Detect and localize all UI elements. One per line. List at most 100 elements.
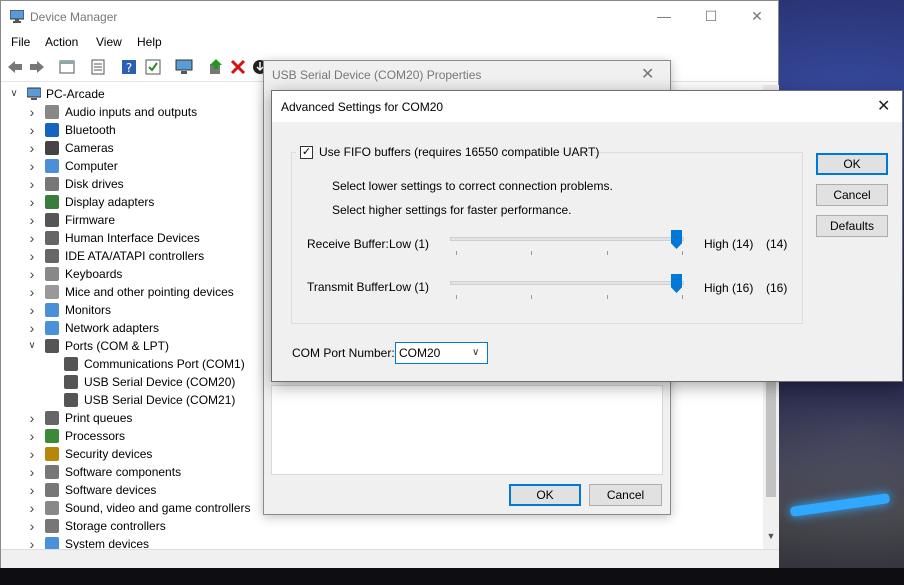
- window-title: Device Manager: [30, 10, 118, 24]
- fifo-checkbox[interactable]: ✓: [300, 146, 313, 159]
- tree-child-item[interactable]: USB Serial Device (COM21): [1, 391, 301, 409]
- chevron-right-icon[interactable]: ›: [27, 265, 37, 283]
- menu-help[interactable]: Help: [137, 35, 162, 49]
- chevron-right-icon[interactable]: ›: [27, 535, 37, 549]
- system-icon: [45, 537, 59, 549]
- tree-category-item[interactable]: › Storage controllers: [1, 517, 301, 535]
- back-arrow-icon[interactable]: [6, 58, 24, 76]
- show-hidden-icon[interactable]: [144, 58, 162, 76]
- tree-category-item[interactable]: › IDE ATA/ATAPI controllers: [1, 247, 301, 265]
- sound-icon: [45, 501, 59, 515]
- mouse-icon: [45, 285, 59, 299]
- chevron-right-icon[interactable]: ›: [27, 121, 37, 139]
- receive-tick: [531, 251, 532, 255]
- tree-category-item[interactable]: › Disk drives: [1, 175, 301, 193]
- title-bar[interactable]: Device Manager — ☐ ✕: [1, 1, 778, 33]
- tree-category-item[interactable]: › Audio inputs and outputs: [1, 103, 301, 121]
- tree-category-item[interactable]: › System devices: [1, 535, 301, 549]
- chevron-down-icon: ∨: [472, 347, 480, 358]
- receive-low-label: Low (1): [389, 237, 430, 251]
- chevron-right-icon[interactable]: ›: [27, 481, 37, 499]
- chevron-right-icon[interactable]: ›: [27, 427, 37, 445]
- chevron-right-icon[interactable]: ›: [27, 139, 37, 157]
- chevron-right-icon[interactable]: ›: [27, 445, 37, 463]
- chevron-right-icon[interactable]: ›: [27, 499, 37, 517]
- receive-high-label: High (14): [704, 237, 754, 251]
- chevron-right-icon[interactable]: ›: [27, 157, 37, 175]
- chevron-down-icon[interactable]: ▼: [763, 531, 779, 541]
- forward-arrow-icon[interactable]: [28, 58, 46, 76]
- receive-value-label: (14): [766, 237, 788, 251]
- chevron-right-icon[interactable]: ›: [27, 283, 37, 301]
- tree-category-item[interactable]: › Sound, video and game controllers: [1, 499, 301, 517]
- transmit-tick: [531, 295, 532, 299]
- close-button[interactable]: ✕: [734, 1, 780, 33]
- fifo-checkbox-row[interactable]: ✓ Use FIFO buffers (requires 16550 compa…: [296, 143, 599, 161]
- menu-action[interactable]: Action: [45, 35, 78, 49]
- tree-category-item[interactable]: › Firmware: [1, 211, 301, 229]
- maximize-button[interactable]: ☐: [688, 1, 734, 33]
- chevron-right-icon[interactable]: ›: [27, 463, 37, 481]
- transmit-buffer-track[interactable]: [450, 281, 684, 285]
- com-port-select[interactable]: COM20 ∨: [395, 342, 488, 364]
- tree-category-item[interactable]: › Network adapters: [1, 319, 301, 337]
- chevron-down-icon[interactable]: ∨: [27, 337, 37, 355]
- tree-node-label: IDE ATA/ATAPI controllers: [65, 249, 205, 263]
- transmit-low-label: Low (1): [389, 280, 430, 294]
- tree-child-item[interactable]: USB Serial Device (COM20): [1, 373, 301, 391]
- chevron-right-icon[interactable]: ›: [27, 517, 37, 535]
- chevron-right-icon[interactable]: ›: [27, 211, 37, 229]
- port-icon: [45, 339, 59, 353]
- tree-category-item[interactable]: › Keyboards: [1, 265, 301, 283]
- scan-hardware-icon[interactable]: [175, 58, 193, 76]
- security-icon: [45, 447, 59, 461]
- chevron-right-icon[interactable]: ›: [27, 247, 37, 265]
- tree-node-label: USB Serial Device (COM20): [84, 375, 236, 389]
- chevron-right-icon[interactable]: ›: [27, 229, 37, 247]
- menu-file[interactable]: File: [11, 35, 30, 49]
- tree-node-label: Audio inputs and outputs: [65, 105, 198, 119]
- menu-view[interactable]: View: [96, 35, 122, 49]
- advanced-ok-button[interactable]: OK: [816, 153, 888, 175]
- tree-category-item[interactable]: › Software devices: [1, 481, 301, 499]
- tree-category-item[interactable]: › Processors: [1, 427, 301, 445]
- tree-node-pc-arcade[interactable]: ∨ PC-Arcade: [1, 85, 301, 103]
- horizontal-scrollbar[interactable]: [1, 549, 779, 568]
- chevron-right-icon[interactable]: ›: [27, 301, 37, 319]
- advanced-defaults-button[interactable]: Defaults: [816, 215, 888, 237]
- properties-sheet-icon[interactable]: [58, 58, 76, 76]
- tree-category-item[interactable]: › Display adapters: [1, 193, 301, 211]
- tree-node-label: Storage controllers: [65, 519, 166, 533]
- tree-category-item[interactable]: › Monitors: [1, 301, 301, 319]
- transmit-tick: [456, 295, 457, 299]
- close-icon[interactable]: ✕: [641, 64, 654, 84]
- tree-category-item[interactable]: › Print queues: [1, 409, 301, 427]
- receive-buffer-track[interactable]: [450, 237, 684, 241]
- chevron-right-icon[interactable]: ›: [27, 175, 37, 193]
- chevron-right-icon[interactable]: ›: [27, 319, 37, 337]
- tree-category-item[interactable]: › Computer: [1, 157, 301, 175]
- chevron-right-icon[interactable]: ›: [27, 103, 37, 121]
- uninstall-device-icon[interactable]: [229, 58, 247, 76]
- chevron-down-icon[interactable]: ∨: [9, 85, 19, 103]
- tree-category-item[interactable]: ∨ Ports (COM & LPT): [1, 337, 301, 355]
- tree-node-label: Security devices: [65, 447, 153, 461]
- help-icon[interactable]: ?: [120, 58, 138, 76]
- update-driver-icon[interactable]: [207, 58, 225, 76]
- tree-category-item[interactable]: › Software components: [1, 463, 301, 481]
- chevron-right-icon[interactable]: ›: [27, 409, 37, 427]
- tree-child-item[interactable]: Communications Port (COM1): [1, 355, 301, 373]
- tree-category-item[interactable]: › Human Interface Devices: [1, 229, 301, 247]
- close-icon[interactable]: ✕: [877, 96, 890, 116]
- tree-category-item[interactable]: › Security devices: [1, 445, 301, 463]
- properties-ok-button[interactable]: OK: [509, 484, 581, 506]
- tree-category-item[interactable]: › Mice and other pointing devices: [1, 283, 301, 301]
- update-view-icon[interactable]: [89, 58, 107, 76]
- advanced-cancel-button[interactable]: Cancel: [816, 184, 888, 206]
- tree-category-item[interactable]: › Bluetooth: [1, 121, 301, 139]
- minimize-button[interactable]: —: [641, 1, 687, 33]
- tree-category-item[interactable]: › Cameras: [1, 139, 301, 157]
- chevron-right-icon[interactable]: ›: [27, 193, 37, 211]
- properties-cancel-button[interactable]: Cancel: [589, 484, 662, 506]
- advanced-dialog-title-bar[interactable]: Advanced Settings for COM20 ✕: [272, 91, 902, 122]
